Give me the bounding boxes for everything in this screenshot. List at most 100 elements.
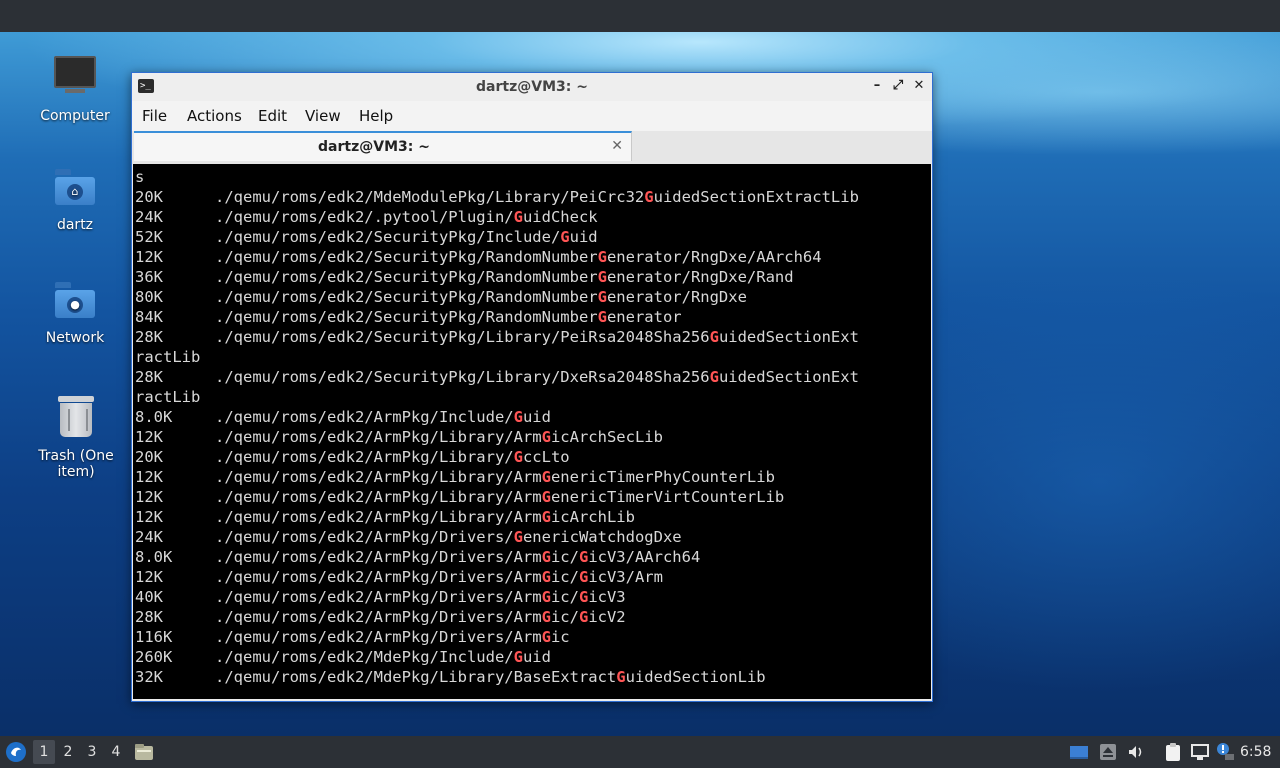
terminal-line: 12K ./qemu/roms/edk2/ArmPkg/Drivers/ArmGi… [135, 567, 931, 587]
trash-icon [52, 396, 100, 444]
window-title: dartz@VM3: ~ [476, 79, 588, 95]
tab-close-icon[interactable]: ✕ [611, 138, 623, 154]
menu-view[interactable]: View [305, 101, 341, 131]
menu-file[interactable]: File [142, 101, 167, 131]
search-match-highlight: G [513, 208, 523, 226]
clock[interactable]: 6:58 [1240, 736, 1271, 768]
menu-edit[interactable]: Edit [258, 101, 287, 131]
terminal-line: 12K ./qemu/roms/edk2/ArmPkg/Library/ArmGi… [135, 427, 931, 447]
file-manager-icon[interactable] [134, 742, 154, 762]
terminal-line-size: 8.0K [135, 548, 173, 566]
terminal-line-text: enerator/RngDxe/AArch64 [606, 248, 822, 266]
terminal-line-text: enericTimerVirtCounterLib [550, 488, 785, 506]
search-match-highlight: G [541, 568, 551, 586]
maximize-button[interactable]: ⤢ [890, 78, 906, 94]
terminal-window: >_ dartz@VM3: ~ – ⤢ ✕ File Actions Edit … [131, 72, 933, 702]
terminal-line-text: ./qemu/roms/edk2/ArmPkg/Include/ [215, 408, 514, 426]
desktop-icon-network[interactable]: ● Network [19, 278, 131, 346]
search-match-highlight: G [616, 668, 626, 686]
terminal-line-text: ./qemu/roms/edk2/.pytool/Plugin/ [215, 208, 514, 226]
minimize-button[interactable]: – [869, 78, 885, 94]
desktop-icon-computer[interactable]: Computer [19, 52, 131, 124]
terminal-line-size: 260K [135, 648, 173, 666]
clipboard-icon[interactable] [1163, 742, 1183, 762]
terminal-line-text: enerator/RngDxe [606, 288, 747, 306]
search-match-highlight: G [541, 548, 551, 566]
terminal-line: 12K ./qemu/roms/edk2/ArmPkg/Library/ArmGe… [135, 467, 931, 487]
terminal-line: 12K ./qemu/roms/edk2/ArmPkg/Library/ArmGi… [135, 507, 931, 527]
search-match-highlight: G [513, 528, 523, 546]
terminal-line-text: uidedSectionExt [718, 328, 859, 346]
workspace-3[interactable]: 3 [81, 740, 103, 764]
terminal-line-text: ic [550, 628, 570, 646]
terminal-line-text: ic/ [550, 608, 579, 626]
menu-actions[interactable]: Actions [187, 101, 242, 131]
terminal-line-text: s [135, 168, 145, 186]
search-match-highlight: G [541, 608, 551, 626]
window-titlebar[interactable]: >_ dartz@VM3: ~ – ⤢ ✕ [132, 73, 932, 101]
terminal-line-size: 12K [135, 568, 163, 586]
eject-icon[interactable] [1098, 742, 1118, 762]
desktop-icon-label: Network [45, 330, 105, 346]
search-match-highlight: G [597, 248, 607, 266]
network-icon[interactable] [1190, 742, 1210, 762]
terminal-line-text: uid [522, 648, 551, 666]
show-desktop-icon[interactable] [1069, 742, 1089, 762]
terminal-line-text: ./qemu/roms/edk2/ArmPkg/Drivers/Arm [215, 568, 542, 586]
terminal-line-text: ./qemu/roms/edk2/MdePkg/Include/ [215, 648, 514, 666]
notification-icon[interactable] [1215, 742, 1235, 762]
terminal-line-size: 84K [135, 308, 163, 326]
search-match-highlight: G [513, 448, 523, 466]
terminal-line-text: enerator [606, 308, 682, 326]
tab-terminal[interactable]: dartz@VM3: ~ ✕ [134, 131, 632, 161]
terminal-line-size: 116K [135, 628, 173, 646]
terminal-line: 80K ./qemu/roms/edk2/SecurityPkg/RandomNu… [135, 287, 931, 307]
desktop-icon-trash[interactable]: Trash (One item) [19, 390, 133, 480]
search-match-highlight: G [578, 548, 589, 566]
terminal-line: 8.0K ./qemu/roms/edk2/ArmPkg/Include/Guid [135, 407, 931, 427]
search-match-highlight: G [709, 328, 719, 346]
terminal-output[interactable]: s 20K ./qemu/roms/edk2/MdeModulePkg/Librar… [133, 164, 931, 699]
terminal-line: 28K ./qemu/roms/edk2/SecurityPkg/Library/… [135, 367, 931, 387]
terminal-line-text: ./qemu/roms/edk2/ArmPkg/Drivers/ [215, 528, 514, 546]
search-match-highlight: G [513, 648, 523, 666]
workspace-4[interactable]: 4 [105, 740, 127, 764]
desktop-icon-home[interactable]: ⌂ dartz [19, 165, 131, 233]
terminal-line-text: icArchSecLib [550, 428, 663, 446]
terminal-line-text: enericTimerPhyCounterLib [550, 468, 775, 486]
search-match-highlight: G [541, 428, 551, 446]
terminal-line: 116K ./qemu/roms/edk2/ArmPkg/Drivers/ArmG… [135, 627, 931, 647]
terminal-line-size: 24K [135, 208, 163, 226]
search-match-highlight: G [597, 268, 607, 286]
search-match-highlight: G [541, 628, 551, 646]
menu-help[interactable]: Help [359, 101, 393, 131]
terminal-line-size: 8.0K [135, 408, 173, 426]
terminal-line-text: uid [569, 228, 598, 246]
terminal-line: 36K ./qemu/roms/edk2/SecurityPkg/RandomNu… [135, 267, 931, 287]
workspace-2[interactable]: 2 [57, 740, 79, 764]
terminal-line-text: ./qemu/roms/edk2/ArmPkg/Drivers/Arm [215, 628, 542, 646]
tab-label: dartz@VM3: ~ [318, 139, 430, 155]
terminal-line-text: ic/ [550, 548, 579, 566]
app-menu-icon[interactable] [5, 741, 27, 763]
terminal-line: 20K ./qemu/roms/edk2/ArmPkg/Library/GccLt… [135, 447, 931, 467]
terminal-line-text: enerator/RngDxe/Rand [606, 268, 794, 286]
search-match-highlight: G [578, 588, 589, 606]
terminal-line-text: ./qemu/roms/edk2/SecurityPkg/RandomNumbe… [215, 248, 598, 266]
home-folder-icon: ⌂ [51, 165, 99, 213]
terminal-line-text: ./qemu/roms/edk2/ArmPkg/Library/Arm [215, 428, 542, 446]
terminal-line-text: ./qemu/roms/edk2/ArmPkg/Library/Arm [215, 488, 542, 506]
terminal-line-size: 40K [135, 588, 163, 606]
terminal-line-size: 28K [135, 368, 163, 386]
terminal-line: 28K ./qemu/roms/edk2/SecurityPkg/Library/… [135, 327, 931, 347]
terminal-line-text: ./qemu/roms/edk2/ArmPkg/Library/Arm [215, 468, 542, 486]
search-match-highlight: G [578, 608, 589, 626]
terminal-line-size: 20K [135, 188, 163, 206]
search-match-highlight: G [597, 288, 607, 306]
terminal-line-size: 28K [135, 608, 163, 626]
volume-icon[interactable] [1126, 742, 1146, 762]
close-button[interactable]: ✕ [911, 78, 927, 94]
terminal-line-text: icArchLib [550, 508, 635, 526]
terminal-line: ractLib [135, 387, 931, 407]
workspace-1[interactable]: 1 [33, 740, 55, 764]
